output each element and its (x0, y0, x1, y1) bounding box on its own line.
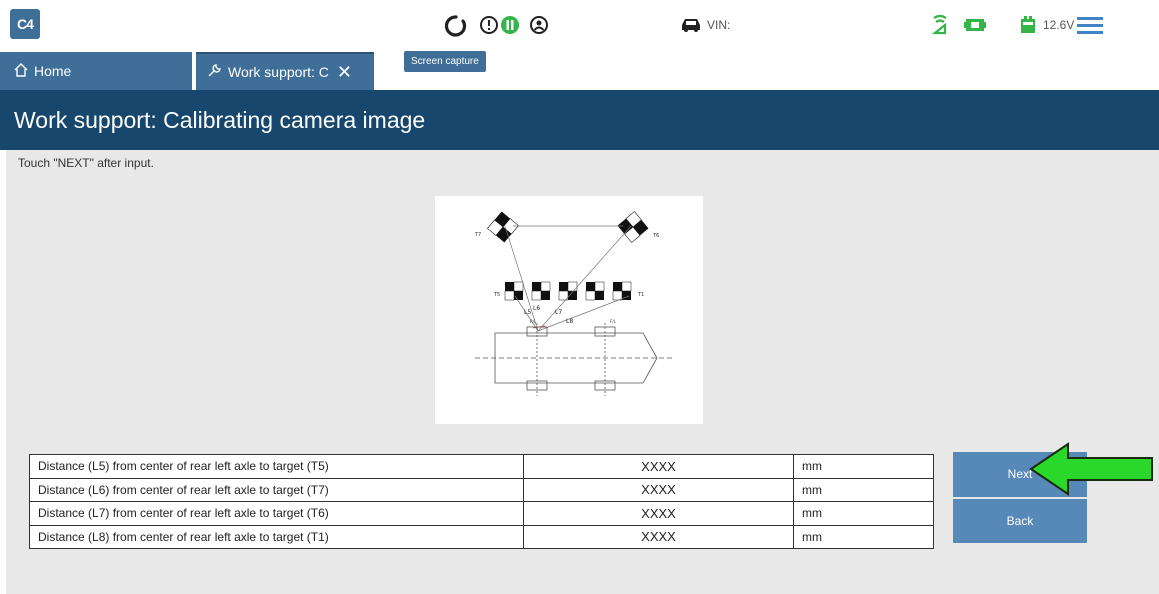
alert-icon[interactable] (478, 14, 500, 36)
tab-home-label: Home (34, 63, 72, 79)
row-label: Distance (L7) from center of rear left a… (29, 501, 524, 526)
label-l8: L8 (566, 318, 573, 325)
screen-capture-tooltip: Screen capture (404, 51, 486, 72)
pause-icon[interactable] (499, 14, 521, 36)
label-t1: T1 (637, 292, 644, 298)
row-value-input[interactable]: XXXX (523, 454, 794, 479)
table-row: Distance (L5) from center of rear left a… (29, 454, 934, 479)
label-l7: L7 (555, 309, 562, 316)
car-icon (678, 14, 704, 36)
label-fl: F/L (610, 319, 617, 324)
tab-bar: Home Work support: C ✕ (0, 52, 1159, 90)
row-unit: mm (793, 477, 934, 502)
home-icon (14, 62, 28, 80)
row-label: Distance (L8) from center of rear left a… (29, 524, 524, 549)
instruction-text: Touch "NEXT" after input. (18, 156, 154, 170)
menu-icon[interactable] (1076, 14, 1104, 36)
page-title: Work support: Calibrating camera image (0, 90, 1159, 150)
label-l6: L6 (533, 305, 540, 312)
label-rl: R/L (530, 319, 537, 324)
row-value-input[interactable]: XXXX (523, 477, 794, 502)
vci-icon (963, 14, 987, 36)
top-bar: C4 VIN: 12.6V (0, 0, 1159, 52)
tab-home[interactable]: Home (0, 52, 192, 90)
row-label: Distance (L5) from center of rear left a… (29, 454, 524, 479)
tab-work-support-label: Work support: C (228, 64, 329, 80)
row-value-input[interactable]: XXXX (523, 524, 794, 549)
refresh-icon[interactable] (444, 14, 468, 38)
arrow-icon (1029, 442, 1153, 496)
back-button[interactable]: Back (953, 499, 1087, 543)
row-unit: mm (793, 501, 934, 526)
vehicle-outline (475, 323, 673, 396)
row-unit: mm (793, 454, 934, 479)
table-row: Distance (L7) from center of rear left a… (29, 501, 934, 526)
row-unit: mm (793, 524, 934, 549)
table-row: Distance (L8) from center of rear left a… (29, 524, 934, 549)
calibration-diagram: T7 T6 T5 T1 L5 L6 L7 L8 R/L F/L (435, 196, 703, 424)
wrench-icon (206, 63, 222, 82)
target-t7 (487, 211, 519, 243)
label-t7: T7 (474, 232, 481, 238)
row-value-input[interactable]: XXXX (523, 501, 794, 526)
table-row: Distance (L6) from center of rear left a… (29, 477, 934, 502)
battery-voltage: 12.6V (1043, 18, 1075, 32)
user-icon[interactable] (528, 14, 550, 36)
parameter-table: Distance (L5) from center of rear left a… (29, 454, 934, 549)
tab-work-support[interactable]: Work support: C ✕ (196, 52, 374, 90)
vin-label: VIN: (707, 18, 731, 32)
label-t5: T5 (493, 292, 500, 298)
app-window: C4 VIN: 12.6V Home Work support: C ✕ Scr… (0, 0, 1159, 594)
label-l5: L5 (524, 309, 531, 316)
row-label: Distance (L6) from center of rear left a… (29, 477, 524, 502)
app-logo: C4 (10, 9, 40, 39)
close-icon[interactable]: ✕ (337, 63, 352, 81)
label-t6: T6 (652, 233, 659, 239)
target-t6 (617, 211, 649, 243)
battery-icon (1018, 14, 1038, 36)
signal-icon (929, 13, 951, 37)
